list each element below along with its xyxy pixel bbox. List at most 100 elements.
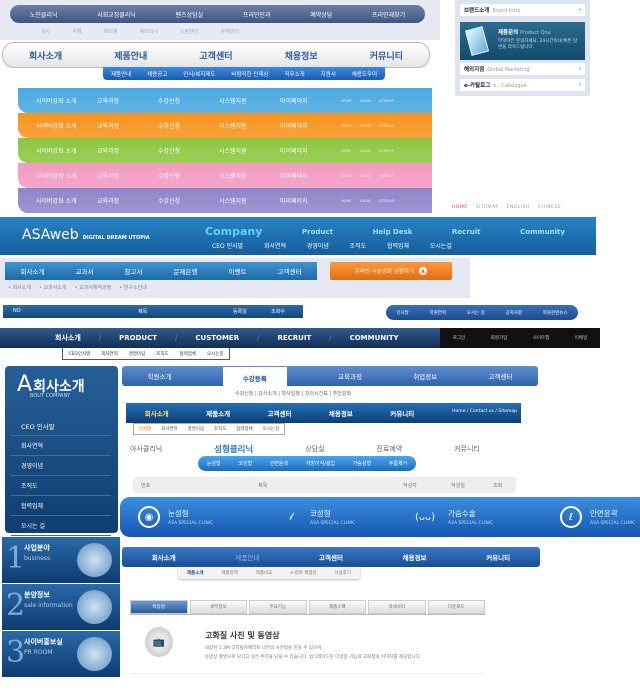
sub-nav-item[interactable]: 회사 — [41, 28, 50, 35]
product-sub-item[interactable]: e-컴퍼 체험관 — [290, 570, 317, 576]
color-bar-util-link[interactable]: HOME — [341, 174, 352, 178]
sidebar-item[interactable]: 조직도 — [11, 476, 111, 496]
brand-intro-link[interactable]: 브랜드소개 Brand Intro › — [460, 4, 585, 16]
company-nav-item[interactable]: 채용정보 — [329, 408, 353, 418]
academy-pill-item[interactable]: 공지사항 — [506, 310, 523, 316]
product-detail-tab[interactable]: 특장점 — [130, 600, 188, 614]
dark-sub-item[interactable]: CEO인사말 — [68, 351, 90, 357]
sub-nav-item[interactable]: 재미리시 — [140, 28, 158, 35]
color-bar-item[interactable]: 사이버강좌 소개 — [36, 171, 97, 180]
color-bar-util-link[interactable]: SITEMAP — [379, 99, 394, 103]
asaweb-sub-item[interactable]: 조직도 — [350, 241, 367, 250]
color-bar-item[interactable]: 시스템지원 — [219, 96, 280, 105]
academy-pill-item[interactable]: 학원연혁 — [430, 310, 447, 316]
utility-link[interactable]: 회원가입 — [491, 335, 508, 341]
clinic-nose[interactable]: 𝓁 코성형 ASA SPECIAL CLINIC — [280, 506, 355, 528]
asaweb-sub-item[interactable]: 오시는길 — [430, 241, 452, 250]
clinic-sub-item[interactable]: 코성형 — [238, 460, 252, 467]
clinic-nav-item[interactable]: 아사클리닉 — [130, 444, 162, 454]
asaweb-nav-item[interactable]: Community — [520, 228, 565, 236]
company-nav-item[interactable]: 제품소개 — [206, 408, 230, 418]
sub-tab[interactable]: 인사/복지제도 — [183, 70, 215, 78]
color-bar-util-link[interactable]: HOME — [341, 99, 352, 103]
catalogue-link[interactable]: e-카탈로그 e - Catalogue › — [460, 79, 585, 91]
logo[interactable]: ASAweb DIGITAL DREAM UTOPIA — [22, 227, 150, 243]
sidebar-item[interactable]: 경영이념 — [11, 456, 111, 476]
main-tab[interactable]: 고객센터 — [199, 49, 232, 62]
academy-tab[interactable]: 고객센터 — [488, 371, 512, 381]
clinic-nav-item[interactable]: 커뮤니티 — [454, 444, 480, 454]
textbook-tab[interactable]: 참고서 — [125, 266, 143, 276]
textbook-tab[interactable]: 회사소개 — [21, 266, 45, 276]
asaweb-nav-item[interactable]: Product — [302, 228, 333, 236]
dark-sub-item[interactable]: 협력업체 — [180, 351, 197, 357]
sub-tab[interactable]: 채용도우미 — [352, 70, 377, 78]
textbook-tab[interactable]: 교과서 — [76, 266, 94, 276]
feature-block[interactable]: 3 사이버홍보실 PR ROOM — [2, 631, 120, 677]
product-nav-item[interactable]: 고객센터 — [319, 552, 343, 562]
product-detail-tab[interactable]: 세부정보 — [189, 600, 247, 614]
clinic-sub-item[interactable]: 가슴성형 — [353, 460, 371, 467]
clinic-sub-item[interactable]: 안면윤곽 — [270, 460, 288, 467]
color-bar-item[interactable]: 수강신청 — [158, 121, 219, 130]
asaweb-sub-item[interactable]: 협력업체 — [387, 241, 409, 250]
top-nav-item[interactable]: 프리인재찾기 — [372, 10, 405, 19]
color-bar-item[interactable]: 마이페이지 — [280, 146, 341, 155]
utility-link[interactable]: 로그인 — [453, 335, 465, 341]
color-bar-item[interactable]: 교육과정 — [97, 96, 158, 105]
color-bar-util-link[interactable]: SITEMAP — [379, 199, 394, 203]
company-sub-item[interactable]: 오시는길 — [263, 426, 280, 432]
product-nav-item[interactable]: 커뮤니티 — [486, 552, 510, 562]
company-nav-item[interactable]: 회사소개 — [145, 408, 169, 418]
product-nav-item[interactable]: 제품안내 — [235, 552, 259, 562]
sub-tab[interactable]: 지원서 — [321, 70, 336, 78]
company-nav-item[interactable]: 커뮤니티 — [390, 408, 414, 418]
clinic-nav-item[interactable]: 성형클리닉 — [214, 443, 253, 455]
color-bar-item[interactable]: 수강신청 — [158, 96, 219, 105]
color-bar-util-link[interactable]: LOGIN — [360, 149, 371, 153]
product-detail-tab[interactable]: 다운로드 — [427, 600, 485, 614]
asaweb-sub-item[interactable]: 경영이념 — [307, 241, 329, 250]
color-bar-util-link[interactable]: SITEMAP — [379, 174, 394, 178]
color-bar-item[interactable]: 교육과정 — [97, 196, 158, 205]
company-sub-item[interactable]: 인사말 — [139, 426, 151, 432]
clinic-sub-item[interactable]: 지방이식/흡입 — [306, 460, 335, 467]
dark-sub-item[interactable]: 조직도 — [156, 351, 168, 357]
color-bar-util-link[interactable]: HOME — [341, 124, 352, 128]
color-bar-item[interactable]: 마이페이지 — [280, 121, 341, 130]
dark-sub-item[interactable]: 오시는길 — [207, 351, 224, 357]
sidebar-item[interactable]: CEO 인사말 — [11, 416, 111, 436]
color-bar-item[interactable]: 수강신청 — [158, 146, 219, 155]
clinic-sub-item[interactable]: 주름제거 — [389, 460, 407, 467]
sidebar-item[interactable]: 회사연혁 — [11, 436, 111, 456]
sub-tab[interactable]: 채용공고 — [147, 70, 167, 78]
main-tab[interactable]: 제품안내 — [114, 49, 147, 62]
sub-nav-item[interactable]: 문제센터 — [221, 28, 239, 35]
language-link[interactable]: CHINESE — [538, 205, 561, 210]
top-nav-item[interactable]: 사회교정클리닉 — [97, 10, 136, 19]
main-tab[interactable]: 회사소개 — [29, 49, 62, 62]
sub-tab[interactable]: 바람직한 인재상 — [231, 70, 268, 78]
color-bar-util-link[interactable]: HOME — [341, 149, 352, 153]
company-sub-item[interactable]: 협력업체 — [236, 426, 253, 432]
product-qna-box[interactable]: 제품문의 Product Qna 무엇이든 문의하세요. 24시간이내 빠른 답변… — [460, 22, 585, 60]
color-bar-util-link[interactable]: HOME — [341, 199, 352, 203]
product-sub-item[interactable]: 제품소개 — [187, 570, 204, 576]
color-bar-item[interactable]: 시스템지원 — [219, 121, 280, 130]
color-bar-item[interactable]: 수강신청 — [158, 171, 219, 180]
textbook-sub-item[interactable]: • 회사소개 — [8, 284, 31, 291]
color-bar-item[interactable]: 시스템지원 — [219, 196, 280, 205]
color-bar-item[interactable]: 마이페이지 — [280, 196, 341, 205]
color-bar-util-link[interactable]: LOGIN — [360, 199, 371, 203]
header-util-links[interactable]: Home / Contact us / Sitemap — [452, 409, 517, 414]
main-tab[interactable]: 커뮤니티 — [370, 49, 403, 62]
textbook-tab[interactable]: 고객센터 — [278, 266, 302, 276]
color-bar-item[interactable]: 시스템지원 — [219, 171, 280, 180]
academy-pill-item[interactable]: 인사말 — [396, 310, 408, 316]
color-bar-util-link[interactable]: LOGIN — [360, 174, 371, 178]
feature-block[interactable]: 2 분양정보 sale information — [2, 584, 120, 630]
dark-nav-item[interactable]: RECRUIT — [277, 334, 311, 342]
apply-course-button[interactable]: 온라인 수능강좌 신청하기 ▲ — [330, 262, 452, 280]
textbook-sub-item[interactable]: • 교과서제작과정 — [75, 284, 112, 291]
textbook-sub-item[interactable]: • 교과서소개 — [39, 284, 67, 291]
